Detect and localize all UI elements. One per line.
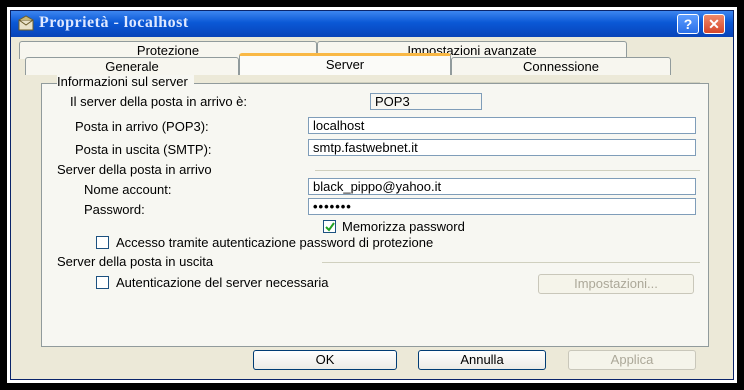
tab-connessione[interactable]: Connessione [451, 57, 671, 75]
incoming-server-label: Posta in arrivo (POP3): [75, 119, 209, 134]
tab-server[interactable]: Server [239, 53, 451, 75]
checkmark-icon [325, 222, 335, 232]
apply-button[interactable]: Applica [568, 350, 696, 370]
password-input[interactable]: ••••••• [308, 198, 696, 215]
outgoing-server-input[interactable]: smtp.fastwebnet.it [308, 139, 696, 156]
smtp-auth-checkbox[interactable] [96, 276, 109, 289]
title-bar[interactable]: Proprietà - localhost ? ✕ [11, 11, 733, 37]
spa-checkbox[interactable] [96, 236, 109, 249]
remember-password-label: Memorizza password [342, 219, 465, 234]
cancel-button[interactable]: Annulla [418, 350, 546, 370]
outgoing-server-label: Posta in uscita (SMTP): [75, 142, 212, 157]
server-info-header: Informazioni sul server [57, 74, 194, 89]
mail-account-icon [18, 15, 34, 31]
remember-password-checkbox[interactable] [323, 220, 336, 233]
account-name-input[interactable]: black_pippo@yahoo.it [308, 178, 696, 195]
spa-label: Accesso tramite autenticazione password … [116, 235, 434, 250]
smtp-auth-label: Autenticazione del server necessaria [116, 275, 329, 290]
tab-generale[interactable]: Generale [25, 57, 239, 75]
help-button[interactable]: ? [677, 14, 699, 34]
divider [322, 262, 700, 263]
incoming-type-label: Il server della posta in arrivo è: [70, 94, 248, 109]
ok-button[interactable]: OK [253, 350, 397, 370]
divider [315, 170, 700, 171]
outgoing-server-header: Server della posta in uscita [57, 254, 220, 269]
password-label: Password: [84, 202, 145, 217]
divider [230, 82, 700, 83]
close-button[interactable]: ✕ [703, 14, 725, 34]
incoming-server-input[interactable]: localhost [308, 117, 696, 134]
account-name-label: Nome account: [84, 182, 172, 197]
incoming-type-value: POP3 [370, 93, 482, 110]
window-title: Proprietà - localhost [39, 14, 189, 31]
smtp-settings-button[interactable]: Impostazioni... [538, 274, 694, 294]
incoming-server-header: Server della posta in arrivo [57, 162, 218, 177]
